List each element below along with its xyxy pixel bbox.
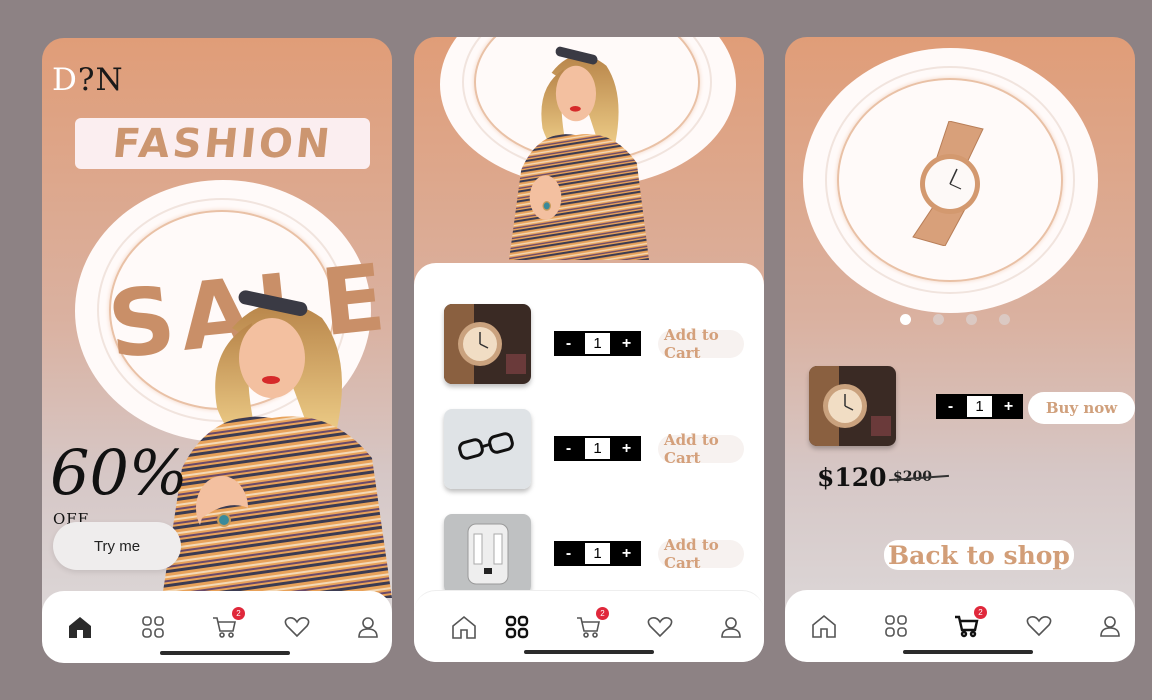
cart-badge: 2	[232, 607, 245, 620]
model-image	[509, 46, 649, 260]
try-me-button[interactable]: Try me	[53, 522, 181, 570]
quantity-stepper: - 1 +	[936, 394, 1023, 419]
quantity-value[interactable]: 1	[583, 436, 612, 461]
watch-image	[912, 121, 984, 246]
add-to-cart-button[interactable]: Add to Cart	[658, 431, 744, 467]
carousel-dot-1[interactable]	[900, 314, 911, 325]
add-to-cart-button[interactable]: Add to Cart	[658, 326, 744, 362]
cart-screen: - 1 + Add to Cart - 1 + Add to Cart - 1 …	[414, 37, 764, 662]
cart-icon[interactable]: 2	[211, 607, 245, 641]
watch-thumbnail	[444, 304, 531, 384]
bottom-nav: 2	[414, 590, 764, 662]
heart-icon[interactable]	[646, 613, 674, 641]
home-indicator	[160, 651, 290, 655]
carousel-dot-3[interactable]	[966, 314, 977, 325]
model-image	[162, 290, 392, 598]
grid-icon[interactable]	[882, 612, 910, 640]
cart-icon[interactable]: 2	[575, 607, 609, 641]
quantity-value[interactable]: 1	[583, 541, 612, 566]
quantity-value[interactable]: 1	[965, 394, 994, 419]
bottom-nav: 2	[42, 591, 392, 663]
carousel-dots	[900, 314, 1010, 325]
buy-now-button[interactable]: Buy now	[1028, 392, 1135, 424]
cart-item-glasses: - 1 + Add to Cart	[444, 409, 744, 489]
home-icon[interactable]	[450, 613, 478, 641]
backpack-thumbnail	[444, 514, 531, 594]
cart-badge: 2	[974, 606, 987, 619]
brand-logo: D?N	[52, 62, 124, 98]
cart-badge: 2	[596, 607, 609, 620]
fashion-banner: FASHION	[75, 118, 370, 169]
increase-button[interactable]: +	[994, 394, 1023, 419]
carousel-dot-4[interactable]	[999, 314, 1010, 325]
glasses-thumbnail	[444, 409, 531, 489]
quantity-stepper: - 1 +	[554, 436, 641, 461]
back-to-shop-button[interactable]: Back to shop	[884, 540, 1074, 570]
product-screen: - 1 + Buy now $120 $200 Back to shop 2	[785, 37, 1135, 662]
grid-icon[interactable]	[139, 613, 167, 641]
decrease-button[interactable]: -	[554, 331, 583, 356]
home-indicator	[524, 650, 654, 654]
bottom-nav: 2	[785, 590, 1135, 662]
user-icon[interactable]	[354, 613, 382, 641]
increase-button[interactable]: +	[612, 331, 641, 356]
cart-item-watch: - 1 + Add to Cart	[444, 304, 744, 384]
increase-button[interactable]: +	[612, 436, 641, 461]
discount-percent: 60%	[50, 436, 188, 509]
fashion-headline: FASHION	[110, 120, 335, 167]
current-price: $120	[817, 463, 887, 492]
user-icon[interactable]	[717, 613, 745, 641]
home-icon[interactable]	[810, 612, 838, 640]
home-indicator	[903, 650, 1033, 654]
quantity-value[interactable]: 1	[583, 331, 612, 356]
home-screen: D?N FASHION SALE 60% OFF Try me 2	[42, 38, 392, 663]
original-price: $200	[889, 469, 949, 485]
cart-icon[interactable]: 2	[953, 606, 987, 640]
grid-icon[interactable]	[503, 613, 531, 641]
decrease-button[interactable]: -	[554, 541, 583, 566]
decrease-button[interactable]: -	[554, 436, 583, 461]
heart-icon[interactable]	[1025, 612, 1053, 640]
decrease-button[interactable]: -	[936, 394, 965, 419]
user-icon[interactable]	[1096, 612, 1124, 640]
heart-icon[interactable]	[283, 613, 311, 641]
home-icon[interactable]	[66, 613, 94, 641]
watch-thumbnail	[809, 366, 896, 446]
carousel-dot-2[interactable]	[933, 314, 944, 325]
quantity-stepper: - 1 +	[554, 331, 641, 356]
add-to-cart-button[interactable]: Add to Cart	[658, 536, 744, 572]
increase-button[interactable]: +	[612, 541, 641, 566]
quantity-stepper: - 1 +	[554, 541, 641, 566]
cart-item-backpack: - 1 + Add to Cart	[444, 514, 744, 594]
